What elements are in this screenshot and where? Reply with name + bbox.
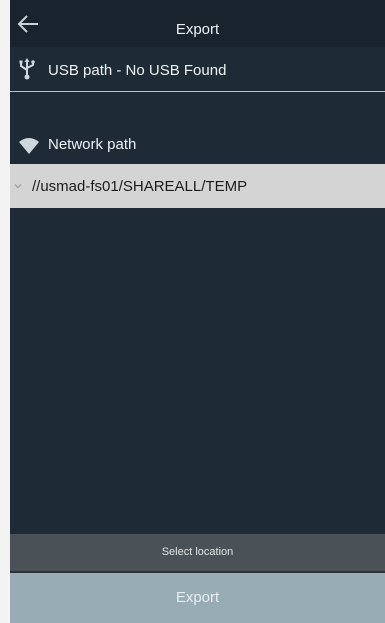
network-path-item[interactable]: //usmad-fs01/SHAREALL/TEMP [10,164,385,208]
export-panel: Export USB path - No USB Found Network p… [10,0,385,623]
network-path-header: Network path [10,126,385,162]
back-button[interactable] [14,10,42,38]
page-title: Export [175,21,220,38]
network-path-value: //usmad-fs01/SHAREALL/TEMP [32,178,248,195]
usb-path-label: USB path - No USB Found [48,62,227,79]
app-header: Export [10,0,385,47]
network-path-label: Network path [48,136,137,153]
export-screen: Export USB path - No USB Found Network p… [0,0,385,623]
chevron-down-icon [14,184,22,189]
export-button-label: Export [175,589,220,606]
usb-icon [19,58,35,80]
usb-path-row[interactable]: USB path - No USB Found [10,47,385,92]
export-button[interactable]: Export [10,573,385,623]
arrow-left-icon [17,15,38,33]
status-bar: Select location [10,534,385,573]
wifi-icon [19,138,39,154]
status-text: Select location [161,546,234,558]
